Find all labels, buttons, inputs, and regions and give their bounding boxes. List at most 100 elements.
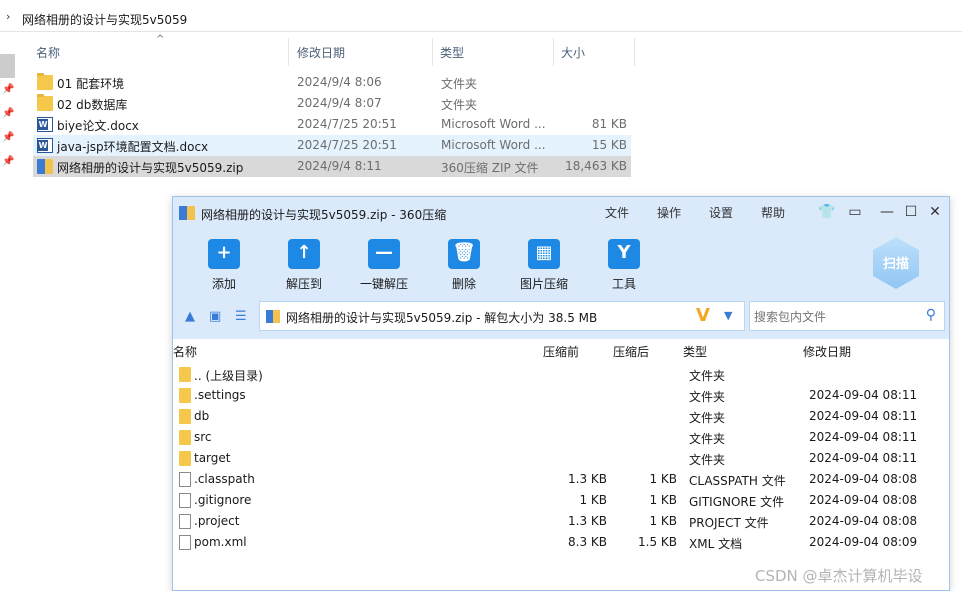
extract-to-button[interactable]: ↑ 解压到: [269, 235, 339, 293]
search-input[interactable]: [754, 308, 914, 326]
navigation-bar: ▲ ▣ ☰ 网络相册的设计与实现5v5059.zip - 解包大小为 38.5 …: [173, 295, 949, 339]
column-header-name[interactable]: 名称: [36, 44, 60, 61]
file-row[interactable]: 02 db数据库 2024/9/4 8:07 文件夹: [33, 93, 631, 114]
delete-button[interactable]: 🗑 删除: [429, 235, 499, 293]
search-icon[interactable]: ⚲: [926, 307, 936, 323]
file-row[interactable]: java-jsp环境配置文档.docx 2024/7/25 20:51 Micr…: [33, 135, 631, 156]
feedback-icon[interactable]: ▭: [845, 202, 865, 222]
archive-entry-row[interactable]: .settings 文件夹 2024-09-04 08:11: [173, 385, 949, 406]
column-header-type[interactable]: 类型: [683, 343, 707, 360]
archive-entry-row[interactable]: db 文件夹 2024-09-04 08:11: [173, 406, 949, 427]
entry-type: 文件夹: [689, 432, 726, 446]
entry-size-after: 1 KB: [649, 493, 677, 507]
file-size: 81 KB: [591, 117, 627, 131]
tool-label: 工具: [611, 277, 636, 291]
column-divider[interactable]: [634, 38, 635, 66]
archive-entry-row[interactable]: pom.xml 8.3 KB 1.5 KB XML 文档 2024-09-04 …: [173, 532, 949, 553]
pin-icon[interactable]: 📌: [2, 84, 14, 95]
column-divider[interactable]: [288, 38, 289, 66]
column-header-modified[interactable]: 修改日期: [803, 343, 851, 360]
tool-label: 添加: [211, 277, 236, 291]
column-header-date[interactable]: 修改日期: [297, 44, 345, 61]
add-button[interactable]: + 添加: [189, 235, 259, 293]
entry-date: 2024-09-04 08:08: [809, 472, 918, 486]
archive-entry-row[interactable]: .classpath 1.3 KB 1 KB CLASSPATH 文件 2024…: [173, 469, 949, 490]
pin-icon[interactable]: 📌: [2, 132, 14, 143]
menu-file[interactable]: 文件: [605, 204, 629, 221]
sort-ascending-icon: ^: [156, 34, 165, 45]
entry-size-before: 1.3 KB: [568, 514, 607, 528]
chevron-right-icon[interactable]: ›: [6, 10, 10, 23]
folder-icon: [179, 451, 191, 466]
breadcrumb[interactable]: 网络相册的设计与实现5v5059: [22, 11, 187, 28]
menu-help[interactable]: 帮助: [761, 204, 785, 221]
entry-type: 文件夹: [689, 390, 726, 404]
maximize-icon[interactable]: ☐: [901, 202, 921, 222]
archive-entry-row[interactable]: .. (上级目录) 文件夹: [173, 364, 949, 385]
tools-button[interactable]: Y 工具: [589, 235, 659, 293]
column-header-before[interactable]: 压缩前: [543, 343, 579, 360]
watermark: CSDN @卓杰计算机毕设: [755, 567, 923, 585]
archive-entry-row[interactable]: src 文件夹 2024-09-04 08:11: [173, 427, 949, 448]
archive-search[interactable]: ⚲: [749, 301, 945, 331]
archive-entry-row[interactable]: .project 1.3 KB 1 KB PROJECT 文件 2024-09-…: [173, 511, 949, 532]
pin-icon[interactable]: 📌: [2, 156, 14, 167]
address-bar[interactable]: › 网络相册的设计与实现5v5059: [0, 8, 962, 32]
skin-icon[interactable]: 👕: [817, 202, 837, 222]
tool-label: 删除: [451, 277, 476, 291]
image-compress-icon: ▦: [528, 239, 560, 269]
list-view-icon[interactable]: ☰: [235, 309, 247, 324]
entry-date: 2024-09-04 08:11: [809, 451, 918, 465]
entry-name: .project: [194, 514, 240, 528]
column-divider[interactable]: [553, 38, 554, 66]
title-bar[interactable]: 网络相册的设计与实现5v5059.zip - 360压缩 文件 操作 设置 帮助…: [173, 197, 949, 229]
file-row[interactable]: biye论文.docx 2024/7/25 20:51 Microsoft Wo…: [33, 114, 631, 135]
column-divider[interactable]: [432, 38, 433, 66]
file-date: 2024/7/25 20:51: [297, 117, 397, 131]
file-name: 01 配套环境: [57, 77, 125, 91]
window-title: 网络相册的设计与实现5v5059.zip - 360压缩: [201, 208, 447, 222]
folder-icon: [179, 388, 191, 403]
archive-path-text: 网络相册的设计与实现5v5059.zip - 解包大小为 38.5 MB: [286, 311, 598, 325]
entry-name: src: [194, 430, 212, 444]
word-doc-icon: [37, 117, 53, 132]
menu-operate[interactable]: 操作: [657, 204, 681, 221]
pin-icon[interactable]: 📌: [2, 108, 14, 119]
scan-label: 扫描: [882, 257, 909, 272]
close-icon[interactable]: ✕: [925, 202, 945, 222]
entry-name: .settings: [194, 388, 246, 402]
entry-date: 2024-09-04 08:09: [809, 535, 918, 549]
file-row[interactable]: 01 配套环境 2024/9/4 8:06 文件夹: [33, 72, 631, 93]
entry-name: .classpath: [194, 472, 255, 486]
archive-entry-row[interactable]: .gitignore 1 KB 1 KB GITIGNORE 文件 2024-0…: [173, 490, 949, 511]
file-name: java-jsp环境配置文档.docx: [57, 140, 209, 154]
column-header-type[interactable]: 类型: [440, 44, 464, 61]
folder-icon: [179, 409, 191, 424]
entry-size-after: 1 KB: [649, 514, 677, 528]
image-compress-button[interactable]: ▦ 图片压缩: [509, 235, 579, 293]
entry-name: .. (上级目录): [194, 369, 263, 383]
menu-settings[interactable]: 设置: [709, 204, 733, 221]
one-click-extract-button[interactable]: — 一键解压: [349, 235, 419, 293]
thumbnail-view-icon[interactable]: ▣: [209, 309, 221, 324]
file-row-selected[interactable]: 网络相册的设计与实现5v5059.zip 2024/9/4 8:11 360压缩…: [33, 156, 631, 177]
file-size: 18,463 KB: [565, 159, 627, 173]
file-type: 文件夹: [441, 77, 478, 91]
entry-date: 2024-09-04 08:08: [809, 514, 918, 528]
archive-path-box[interactable]: 网络相册的设计与实现5v5059.zip - 解包大小为 38.5 MB V ▼: [259, 301, 745, 331]
nav-pane-selection[interactable]: [0, 54, 15, 78]
folder-icon: [179, 430, 191, 445]
file-icon: [179, 472, 191, 487]
scan-button[interactable]: 扫描: [869, 235, 923, 291]
chevron-down-icon[interactable]: ▼: [724, 309, 732, 322]
column-header-name[interactable]: 名称: [173, 343, 197, 360]
up-arrow-icon[interactable]: ▲: [185, 309, 195, 324]
column-header-after[interactable]: 压缩后: [613, 343, 649, 360]
minimize-icon[interactable]: —: [877, 202, 897, 222]
file-icon: [179, 493, 191, 508]
v-badge-icon[interactable]: V: [696, 305, 710, 326]
column-header-size[interactable]: 大小: [561, 44, 585, 61]
archive-entry-row[interactable]: target 文件夹 2024-09-04 08:11: [173, 448, 949, 469]
zip-archive-icon: [266, 310, 280, 323]
entry-name: db: [194, 409, 210, 423]
